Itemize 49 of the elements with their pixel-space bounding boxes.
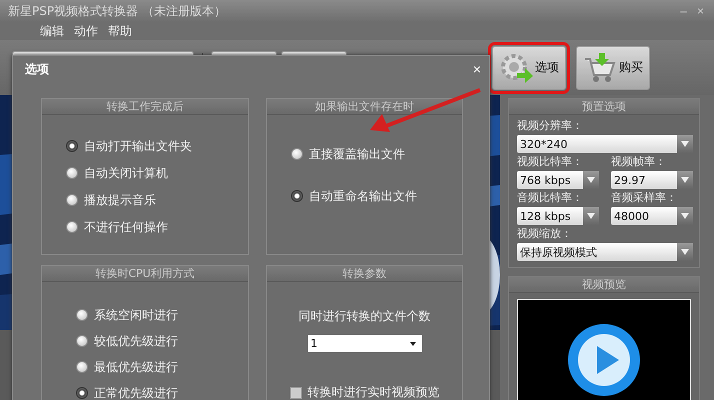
caret-icon [681,213,689,219]
group-header: 预置选项 [509,99,699,115]
caret-icon [681,177,689,183]
group-header: 视频预览 [509,277,699,293]
cart-icon [583,52,617,82]
caret-icon [681,249,689,255]
dropdown[interactable]: 128 kbps [517,207,599,225]
group-header: 转换参数 [267,266,462,282]
window-control[interactable]: × [694,4,706,18]
radio-option[interactable]: 自动打开输出文件夹 [66,137,248,155]
group-header: 如果输出文件存在时 [267,99,462,115]
dropdown[interactable]: 保持原视频模式 [517,243,693,261]
toolbar-button[interactable]: 购买 [576,46,650,90]
count-dropdown[interactable]: 1 [308,335,422,352]
field-label: 视频分辨率： [517,118,584,133]
dropdown[interactable]: 29.97 [611,171,693,189]
radio-option[interactable]: 正常优先级进行 [76,384,248,400]
radio-option[interactable]: 较低优先级进行 [76,332,248,350]
window-title: 新星PSP视频格式转换器 （未注册版本） [8,2,226,20]
radio-option[interactable]: 系统空闲时进行 [76,306,248,324]
close-button[interactable]: × [470,61,483,77]
group-header: 转换工作完成后 [42,99,248,115]
field-label: 视频帧率： [611,154,667,169]
field-label: 视频缩放： [517,226,573,241]
field-label: 音频比特率： [517,190,584,205]
radio-option[interactable]: 直接覆盖输出文件 [291,145,462,163]
preview-checkbox[interactable]: 转换时进行实时视频预览 [290,384,440,400]
group-header: 转换时CPU利用方式 [42,266,248,282]
caret-icon [681,141,689,147]
dialog-title: 选项 [25,60,49,78]
radio-option[interactable]: 最低优先级进行 [76,358,248,376]
menu-item[interactable]: 动作 [74,22,98,40]
field-label: 音频采样率： [611,190,678,205]
menu-item[interactable]: 编辑 [40,22,64,40]
radio-option[interactable]: 自动重命名输出文件 [291,187,462,205]
radio-option[interactable]: 不进行任何操作 [66,218,248,236]
caret-icon [587,213,595,219]
setting-label: 同时进行转换的文件个数 [298,308,430,325]
caret-icon [410,342,416,346]
caret-icon [587,177,595,183]
field-label: 视频比特率： [517,154,584,169]
gear-icon [499,52,533,82]
dropdown[interactable]: 320*240 [517,135,693,153]
menu-item[interactable]: 帮助 [108,22,132,40]
dropdown[interactable]: 768 kbps [517,171,599,189]
radio-option[interactable]: 播放提示音乐 [66,191,248,209]
window-control[interactable]: – [678,4,689,18]
dropdown[interactable]: 48000 [611,207,693,225]
radio-option[interactable]: 自动关闭计算机 [66,164,248,182]
